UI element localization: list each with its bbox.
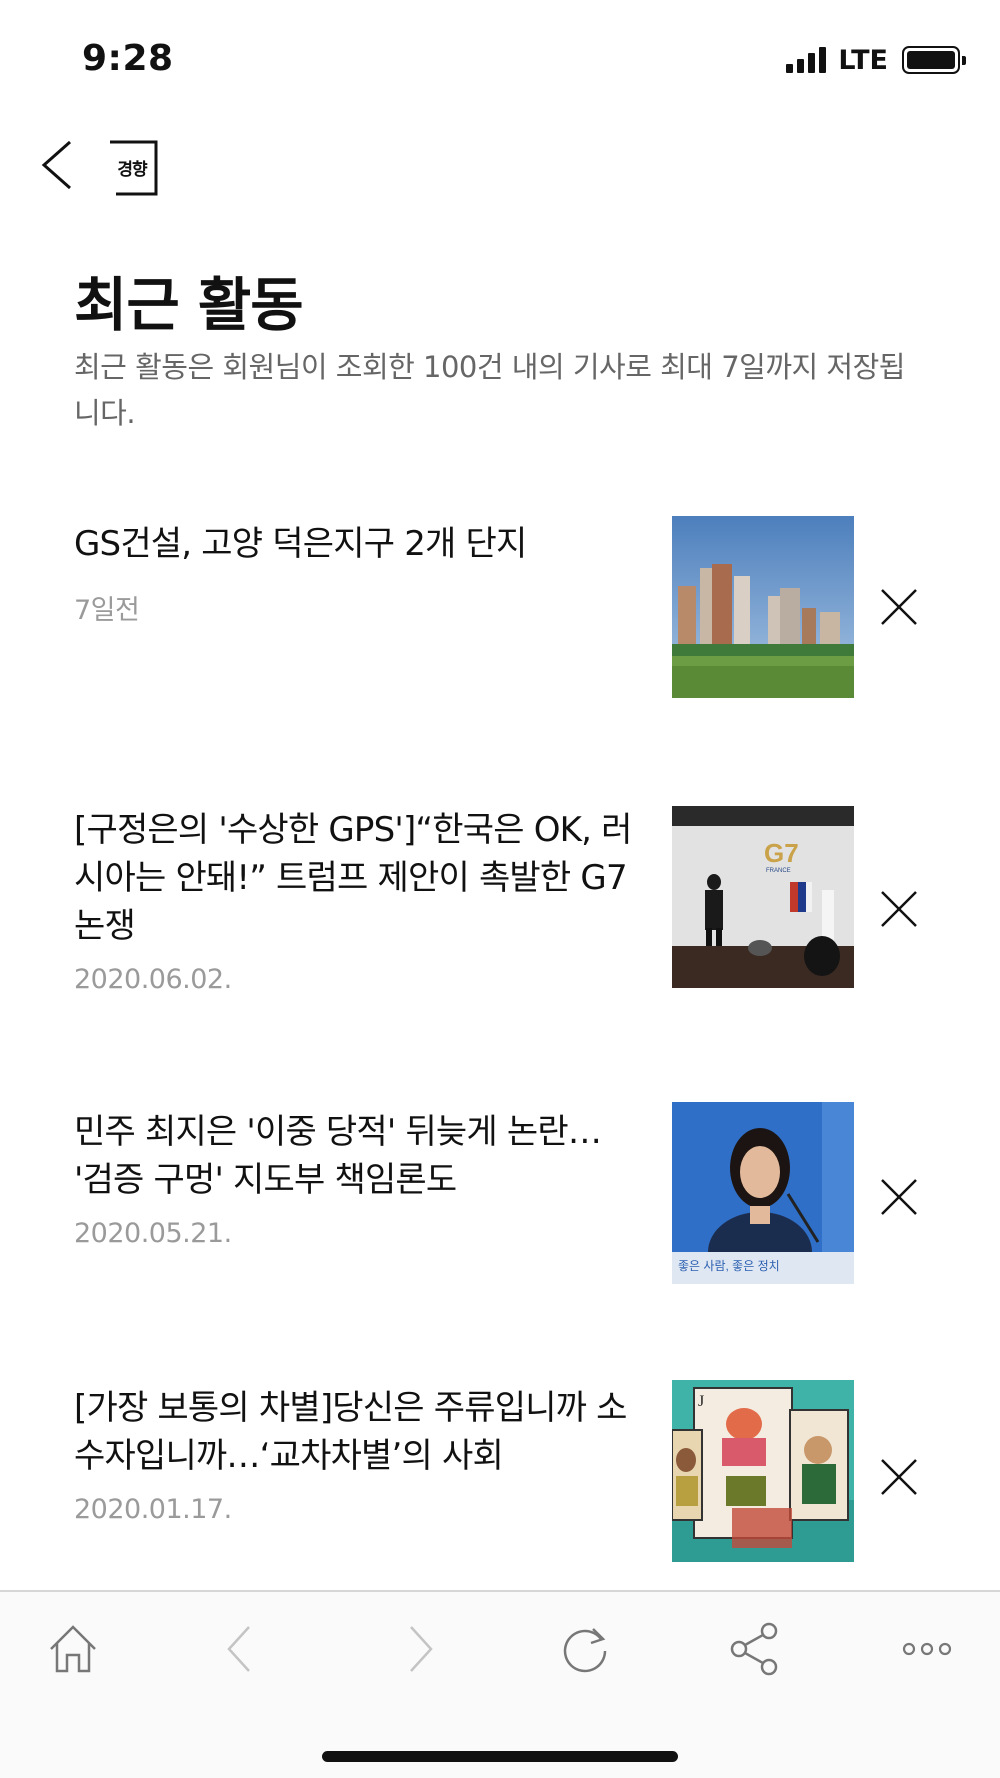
close-icon: [881, 1179, 917, 1215]
article-headline[interactable]: [가장 보통의 차별]당신은 주류입니까 소수자입니까…‘교차차별’의 사회: [74, 1384, 644, 1480]
forward-arrow-icon: [410, 1626, 433, 1672]
article-thumbnail[interactable]: J: [672, 1380, 854, 1562]
article-headline[interactable]: [구정은의 '수상한 GPS']“한국은 OK, 러시아는 안돼!” 트럼프 제…: [74, 806, 644, 950]
status-indicators: LTE: [786, 44, 966, 76]
more-icon: [902, 1642, 952, 1656]
article-thumbnail[interactable]: G7 FRANCE: [672, 806, 854, 988]
status-bar: 9:28 LTE: [0, 0, 1000, 110]
apartment-photo-icon: [672, 516, 854, 698]
card-rank-text: J: [698, 1393, 704, 1410]
remove-button[interactable]: [876, 1174, 922, 1220]
remove-button[interactable]: [876, 584, 922, 630]
home-indicator[interactable]: [322, 1751, 678, 1762]
back-button[interactable]: [40, 130, 80, 200]
remove-button[interactable]: [876, 1454, 922, 1500]
close-icon: [881, 589, 917, 625]
article-text: [가장 보통의 차별]당신은 주류입니까 소수자입니까…‘교차차별’의 사회 2…: [74, 1384, 644, 1525]
banner-text: 좋은 사람, 좋은 정치: [678, 1259, 780, 1273]
article-headline[interactable]: GS건설, 고양 덕은지구 2개 단지: [74, 520, 644, 568]
page-title: 최근 활동: [74, 271, 304, 339]
article-thumbnail[interactable]: [672, 516, 854, 698]
home-button[interactable]: [38, 1614, 108, 1684]
list-item[interactable]: [가장 보통의 차별]당신은 주류입니까 소수자입니까…‘교차차별’의 사회 2…: [74, 1380, 934, 1568]
share-icon: [730, 1622, 778, 1676]
publisher-logo[interactable]: 경향: [108, 140, 158, 196]
article-date: 7일전: [74, 595, 140, 626]
g7-logo-sub: FRANCE: [766, 868, 791, 874]
article-date: 2020.06.02.: [74, 964, 232, 995]
back-arrow-icon: [227, 1626, 250, 1672]
refresh-button[interactable]: [550, 1614, 620, 1684]
article-headline[interactable]: 민주 최지은 '이중 당적' 뒤늦게 논란… '검증 구멍' 지도부 책임론도: [74, 1108, 644, 1204]
browser-forward-button[interactable]: [384, 1614, 454, 1684]
press-conference-photo-icon: 좋은 사람, 좋은 정치: [672, 1102, 854, 1284]
article-thumbnail[interactable]: 좋은 사람, 좋은 정치: [672, 1102, 854, 1284]
article-date: 2020.01.17.: [74, 1494, 232, 1525]
article-text: GS건설, 고양 덕은지구 2개 단지 7일전: [74, 516, 644, 627]
article-date: 2020.05.21.: [74, 1218, 232, 1249]
article-text: 민주 최지은 '이중 당적' 뒤늦게 논란… '검증 구멍' 지도부 책임론도 …: [74, 1108, 644, 1249]
article-text: [구정은의 '수상한 GPS']“한국은 OK, 러시아는 안돼!” 트럼프 제…: [74, 806, 644, 995]
list-item[interactable]: 민주 최지은 '이중 당적' 뒤늦게 논란… '검증 구멍' 지도부 책임론도 …: [74, 1102, 934, 1292]
share-button[interactable]: [720, 1614, 790, 1684]
refresh-icon: [563, 1628, 607, 1673]
playing-card-illustration-icon: J: [672, 1380, 854, 1562]
status-time: 9:28: [82, 38, 174, 79]
more-button[interactable]: [892, 1614, 962, 1684]
list-item[interactable]: [구정은의 '수상한 GPS']“한국은 OK, 러시아는 안돼!” 트럼프 제…: [74, 806, 934, 995]
battery-icon: [902, 46, 966, 74]
logo-text: 경향: [117, 160, 147, 180]
page-description: 최근 활동은 회원님이 조회한 100건 내의 기사로 최대 7일까지 저장됩니…: [74, 350, 905, 430]
g7-stage-photo-icon: G7 FRANCE: [672, 806, 854, 988]
network-type: LTE: [838, 44, 888, 76]
remove-button[interactable]: [876, 886, 922, 932]
bottom-toolbar: [0, 1592, 1000, 1778]
chevron-left-icon: [41, 140, 71, 190]
close-icon: [881, 891, 917, 927]
g7-logo-text: G7: [764, 838, 799, 868]
close-icon: [881, 1459, 917, 1495]
home-icon: [50, 1625, 96, 1673]
list-item[interactable]: GS건설, 고양 덕은지구 2개 단지 7일전: [74, 516, 934, 700]
signal-icon: [786, 47, 827, 73]
header: 경향: [40, 130, 240, 200]
browser-back-button[interactable]: [206, 1614, 276, 1684]
